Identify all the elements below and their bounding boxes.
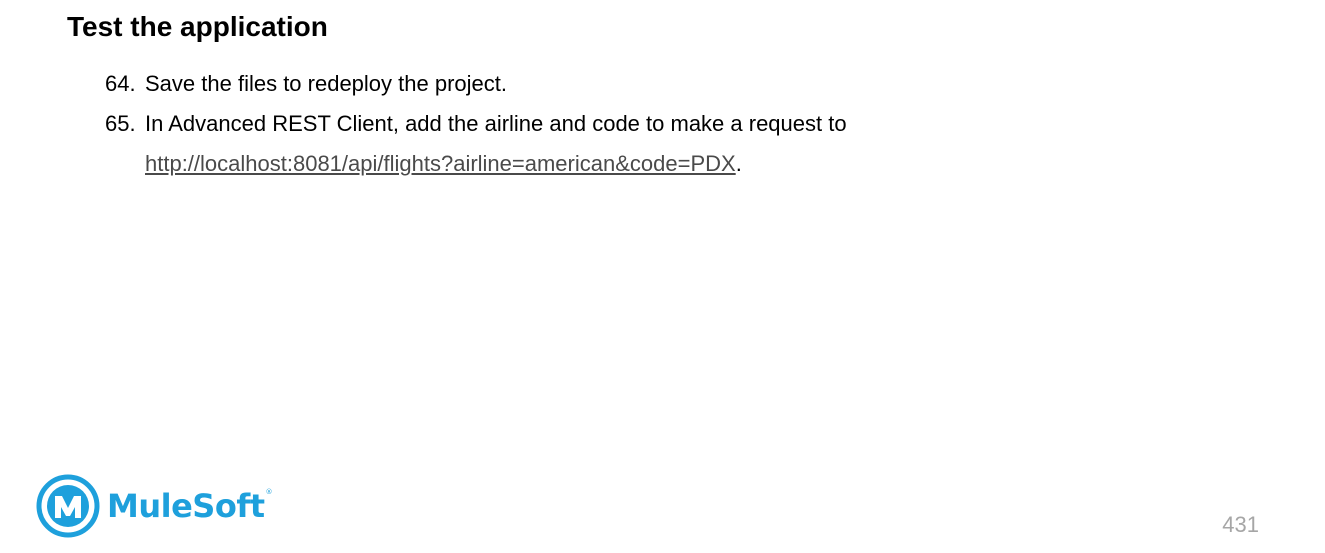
request-url-link[interactable]: http://localhost:8081/api/flights?airlin… <box>145 151 736 176</box>
step-url-line: http://localhost:8081/api/flights?airlin… <box>145 144 847 184</box>
step-text: Save the files to redeploy the project. <box>145 71 507 96</box>
registered-mark: ® <box>265 488 273 496</box>
logo-wordmark: MuleSoft <box>107 487 265 525</box>
step-number: 65. <box>105 111 136 136</box>
page-title: Test the application <box>67 11 328 42</box>
step-item: 64. Save the files to redeploy the proje… <box>105 64 847 104</box>
mulesoft-logo: MuleSoft ® <box>36 474 273 538</box>
step-list: 64. Save the files to redeploy the proje… <box>105 64 847 184</box>
step-text: In Advanced REST Client, add the airline… <box>145 111 847 136</box>
step-number: 64. <box>105 71 136 96</box>
page-number: 431 <box>1222 512 1259 537</box>
mulesoft-logo-icon <box>36 474 100 538</box>
sentence-period: . <box>735 151 742 176</box>
step-item: 65. In Advanced REST Client, add the air… <box>105 104 847 184</box>
